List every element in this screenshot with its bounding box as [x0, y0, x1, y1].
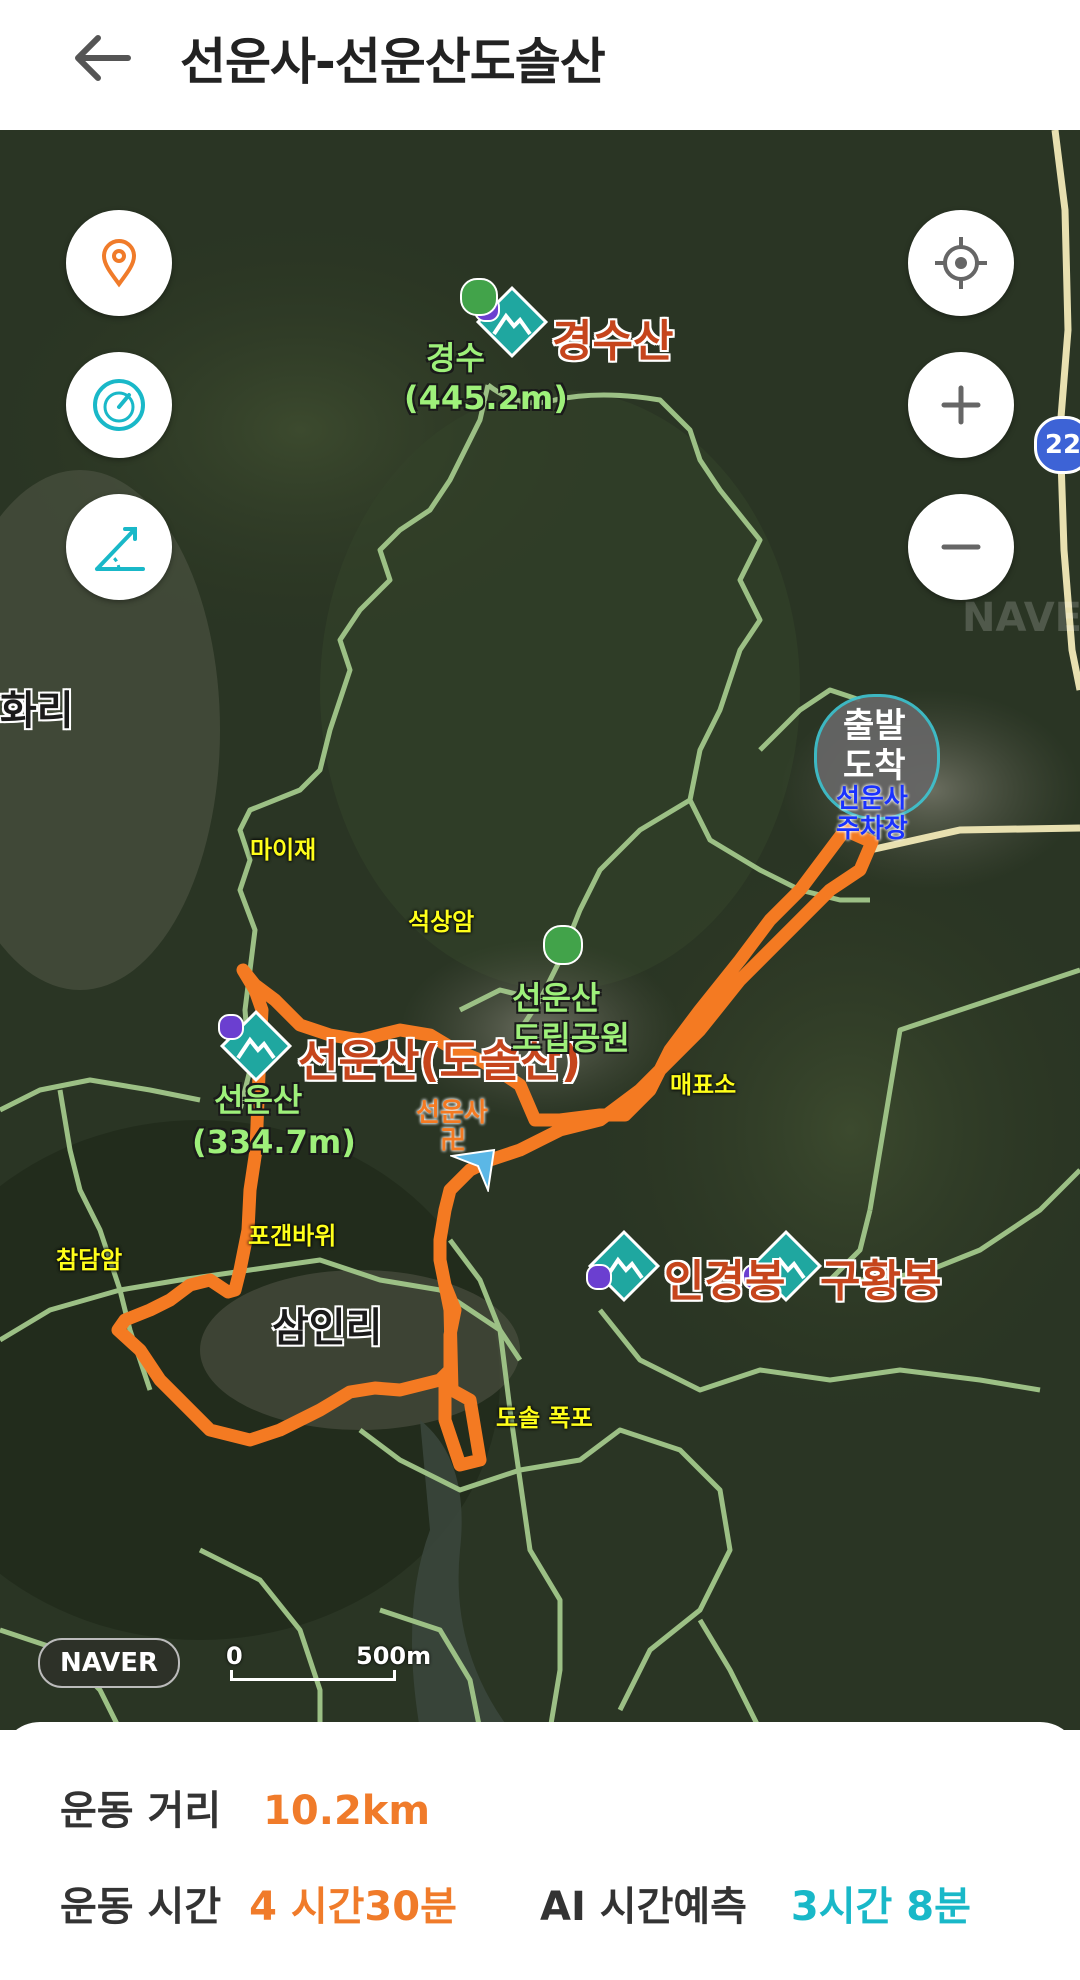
- parking-label-2: 주차장: [836, 814, 908, 844]
- peak-label-ingyeong: 인경봉: [664, 1256, 786, 1307]
- plus-icon: [941, 385, 981, 425]
- village-label-hwari: 화리: [0, 688, 74, 734]
- scale-bar: [230, 1670, 396, 1681]
- road-number: 22: [1044, 430, 1080, 460]
- page-title: 선운사-선운산도솔산: [180, 33, 606, 91]
- road-number-badge: 22: [1034, 416, 1080, 474]
- park-icon: [543, 925, 583, 965]
- waypoint-maijae: 마이재: [250, 836, 317, 864]
- ai-prediction-row: AI 시간예측 3시간 8분: [540, 1874, 971, 1932]
- summit-dot-icon: [218, 1014, 244, 1040]
- time-value: 4 시간30분: [249, 1884, 457, 1930]
- stats-panel: 운동 거리 10.2km 운동 시간 4 시간30분 AI 시간예측 3시간 8…: [0, 1722, 1080, 1980]
- ai-prediction-label: AI 시간예측: [540, 1884, 747, 1930]
- waypoint-maepyoso: 매표소: [670, 1071, 737, 1099]
- distance-row: 운동 거리 10.2km: [60, 1778, 430, 1836]
- map-watermark: NAVER: [962, 595, 1080, 641]
- peak-label-gyeongsu: 경수산: [552, 316, 674, 367]
- map-view[interactable]: 경수산 경수 (445.2m) 선운산(도솔산) 선운산 (334.7m) 인경…: [0, 130, 1080, 1730]
- peak-sub-alt-gyeongsu: (445.2m): [404, 379, 568, 417]
- speedometer-button[interactable]: [66, 352, 172, 458]
- crosshair-icon: [935, 237, 987, 289]
- peak-label-guhwang: 구황봉: [820, 1256, 942, 1307]
- peak-sub-name-seonun: 선운산: [214, 1081, 303, 1119]
- distance-value: 10.2km: [263, 1788, 431, 1834]
- naver-logo-text: NAVER: [59, 1648, 159, 1678]
- park-icon: [460, 278, 498, 316]
- village-label-samin: 삼인리: [272, 1305, 383, 1351]
- distance-label: 운동 거리: [60, 1788, 222, 1834]
- park-label-line1: 선운산: [512, 979, 601, 1017]
- peak-sub-alt-seonun: (334.7m): [192, 1123, 356, 1161]
- peak-sub-name-gyeongsu: 경수: [426, 339, 485, 377]
- waypoint-pogaenbawi: 포갠바위: [248, 1222, 337, 1250]
- back-arrow-icon: [75, 35, 131, 81]
- time-label: 운동 시간: [60, 1884, 222, 1930]
- slope-button[interactable]: [66, 494, 172, 600]
- minus-icon: [941, 544, 981, 550]
- waypoint-dosol-falls: 도솔 폭포: [496, 1404, 593, 1432]
- scale-zero: 0: [226, 1642, 243, 1670]
- app-header: 선운사-선운산도솔산: [0, 0, 1080, 130]
- summit-dot-icon: [586, 1264, 612, 1290]
- direction-arrow-icon: [450, 1148, 496, 1192]
- naver-logo: NAVER: [38, 1638, 180, 1688]
- current-location-button[interactable]: [908, 210, 1014, 316]
- back-button[interactable]: [62, 18, 142, 98]
- park-label-line2: 도립공원: [512, 1019, 630, 1057]
- satellite-map: [0, 130, 1080, 1730]
- waypoint-chamdangam: 참담암: [56, 1246, 123, 1274]
- zoom-out-button[interactable]: [908, 494, 1014, 600]
- scale-distance: 500m: [356, 1642, 432, 1670]
- zoom-in-button[interactable]: [908, 352, 1014, 458]
- location-pin-icon: [101, 239, 137, 288]
- time-row: 운동 시간 4 시간30분: [60, 1874, 457, 1932]
- slope-icon: [95, 527, 145, 571]
- ai-prediction-value: 3시간 8분: [790, 1884, 971, 1930]
- speedometer-icon: [93, 379, 145, 431]
- waypoint-seoksangam: 석상암: [408, 908, 475, 936]
- location-pin-button[interactable]: [66, 210, 172, 316]
